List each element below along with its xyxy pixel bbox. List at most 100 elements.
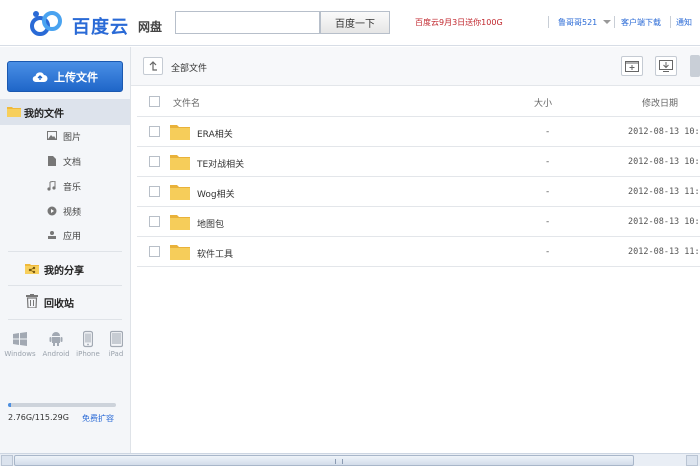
storage-quota: 2.76G/115.29G 免费扩容 bbox=[8, 403, 124, 423]
device-ipad[interactable]: iPad bbox=[98, 330, 134, 358]
search-input[interactable] bbox=[175, 11, 320, 34]
file-name[interactable]: Wog相关 bbox=[197, 187, 235, 200]
column-header-date[interactable]: 修改日期 bbox=[642, 96, 678, 109]
user-menu[interactable]: 鲁哥哥521 bbox=[558, 17, 597, 28]
file-name[interactable]: 软件工具 bbox=[197, 247, 233, 260]
brand-subtitle: 网盘 bbox=[138, 20, 163, 34]
file-size: - bbox=[546, 187, 550, 197]
chevron-down-icon[interactable] bbox=[603, 20, 611, 24]
row-checkbox[interactable] bbox=[149, 156, 160, 167]
iphone-icon bbox=[83, 330, 93, 348]
row-checkbox[interactable] bbox=[149, 126, 160, 137]
table-row[interactable]: ERA相关 - 2012-08-13 10:4 bbox=[137, 117, 700, 147]
sidebar-item-apps[interactable]: 应用 bbox=[0, 224, 130, 246]
sidebar-item-documents[interactable]: 文档 bbox=[0, 150, 130, 172]
device-list: Windows Android iPhone iPad bbox=[2, 330, 130, 364]
column-header-size[interactable]: 大小 bbox=[534, 96, 552, 109]
select-all-checkbox[interactable] bbox=[149, 96, 160, 107]
sidebar: 上传文件 我的文件 图片 文档 音乐 视频 应用 我的分享 回收站 Window… bbox=[0, 47, 131, 453]
sidebar-divider bbox=[8, 285, 122, 286]
device-windows[interactable]: Windows bbox=[2, 330, 38, 358]
file-size: - bbox=[546, 157, 550, 167]
file-size: - bbox=[546, 127, 550, 137]
file-date: 2012-08-13 10:5 bbox=[628, 217, 700, 227]
file-date: 2012-08-13 11:2 bbox=[628, 247, 700, 257]
file-name[interactable]: 地图包 bbox=[197, 217, 224, 230]
file-date: 2012-08-13 10:4 bbox=[628, 127, 700, 137]
share-folder-icon bbox=[25, 264, 39, 274]
file-size: - bbox=[546, 247, 550, 257]
table-row[interactable]: 地图包 - 2012-08-13 10:5 bbox=[137, 207, 700, 237]
brand-name[interactable]: 百度云 bbox=[72, 13, 129, 39]
storage-progress-bar bbox=[8, 403, 116, 407]
download-button[interactable] bbox=[655, 56, 677, 76]
row-checkbox[interactable] bbox=[149, 216, 160, 227]
header-divider bbox=[548, 16, 549, 28]
sidebar-item-my-share[interactable]: 我的分享 bbox=[0, 257, 130, 281]
header-divider bbox=[614, 16, 615, 28]
trash-icon bbox=[26, 294, 38, 308]
client-download-link[interactable]: 客户端下载 bbox=[621, 17, 661, 28]
video-icon bbox=[46, 205, 57, 216]
scroll-left-arrow-icon[interactable] bbox=[1, 455, 13, 466]
upload-label: 上传文件 bbox=[54, 70, 98, 84]
sidebar-item-label: 回收站 bbox=[44, 298, 74, 310]
sidebar-divider bbox=[8, 319, 122, 320]
scrollbar-thumb[interactable] bbox=[14, 455, 634, 466]
device-label: Windows bbox=[4, 350, 36, 358]
table-row[interactable]: TE对战相关 - 2012-08-13 10:4 bbox=[137, 147, 700, 177]
download-icon bbox=[659, 60, 673, 72]
table-row[interactable]: 软件工具 - 2012-08-13 11:2 bbox=[137, 237, 700, 267]
device-android[interactable]: Android bbox=[38, 330, 74, 358]
row-checkbox[interactable] bbox=[149, 246, 160, 257]
folder-icon bbox=[170, 125, 190, 140]
file-name[interactable]: ERA相关 bbox=[197, 127, 233, 140]
storage-used-text: 2.76G/115.29G bbox=[8, 413, 69, 422]
file-list-panel: 全部文件 文件名 大小 修改日期 ERA相关 - 2012-08-13 10:4 bbox=[131, 47, 700, 453]
new-folder-icon bbox=[625, 61, 639, 72]
promo-link[interactable]: 百度云9月3日送你100G bbox=[415, 17, 503, 28]
column-header-name[interactable]: 文件名 bbox=[173, 96, 200, 109]
sidebar-item-music[interactable]: 音乐 bbox=[0, 175, 130, 197]
windows-icon bbox=[13, 332, 27, 346]
sidebar-divider bbox=[8, 251, 122, 252]
android-icon bbox=[49, 332, 63, 346]
folder-icon bbox=[170, 185, 190, 200]
file-name[interactable]: TE对战相关 bbox=[197, 157, 244, 170]
file-date: 2012-08-13 10:4 bbox=[628, 157, 700, 167]
new-folder-button[interactable] bbox=[621, 56, 643, 76]
folder-icon bbox=[7, 107, 21, 117]
sidebar-item-label: 音乐 bbox=[63, 182, 82, 193]
grip-icon bbox=[335, 459, 343, 464]
folder-icon bbox=[170, 245, 190, 260]
file-size: - bbox=[546, 217, 550, 227]
sidebar-item-my-files[interactable]: 我的文件 bbox=[0, 99, 130, 125]
upload-button[interactable]: 上传文件 bbox=[7, 61, 123, 92]
expand-storage-link[interactable]: 免费扩容 bbox=[82, 413, 114, 424]
back-button[interactable] bbox=[143, 57, 163, 75]
device-label: iPad bbox=[108, 350, 124, 358]
table-row[interactable]: Wog相关 - 2012-08-13 11:2 bbox=[137, 177, 700, 207]
row-checkbox[interactable] bbox=[149, 186, 160, 197]
device-label: iPhone bbox=[76, 350, 100, 358]
file-toolbar: 全部文件 bbox=[131, 47, 700, 86]
sidebar-item-recycle-bin[interactable]: 回收站 bbox=[0, 290, 130, 314]
app-icon bbox=[46, 229, 57, 240]
sidebar-item-label: 应用 bbox=[63, 231, 82, 242]
sidebar-item-label: 视频 bbox=[63, 207, 82, 218]
sidebar-item-images[interactable]: 图片 bbox=[0, 125, 130, 147]
baidu-cloud-logo-icon[interactable] bbox=[26, 8, 66, 38]
breadcrumb[interactable]: 全部文件 bbox=[171, 61, 207, 74]
file-date: 2012-08-13 11:2 bbox=[628, 187, 700, 197]
horizontal-scrollbar[interactable] bbox=[0, 453, 700, 466]
search-button[interactable]: 百度一下 bbox=[320, 11, 390, 34]
sidebar-item-label: 图片 bbox=[63, 132, 82, 143]
notice-link[interactable]: 通知 bbox=[676, 17, 692, 28]
folder-icon bbox=[170, 155, 190, 170]
toolbar-scroll-handle[interactable] bbox=[690, 55, 700, 77]
sidebar-item-label: 我的分享 bbox=[44, 265, 84, 277]
top-header: 百度云 网盘 百度一下 百度云9月3日送你100G 鲁哥哥521 客户端下载 通… bbox=[0, 0, 700, 46]
scroll-right-arrow-icon[interactable] bbox=[686, 455, 698, 466]
sidebar-item-videos[interactable]: 视频 bbox=[0, 200, 130, 222]
arrow-up-icon bbox=[149, 61, 157, 71]
